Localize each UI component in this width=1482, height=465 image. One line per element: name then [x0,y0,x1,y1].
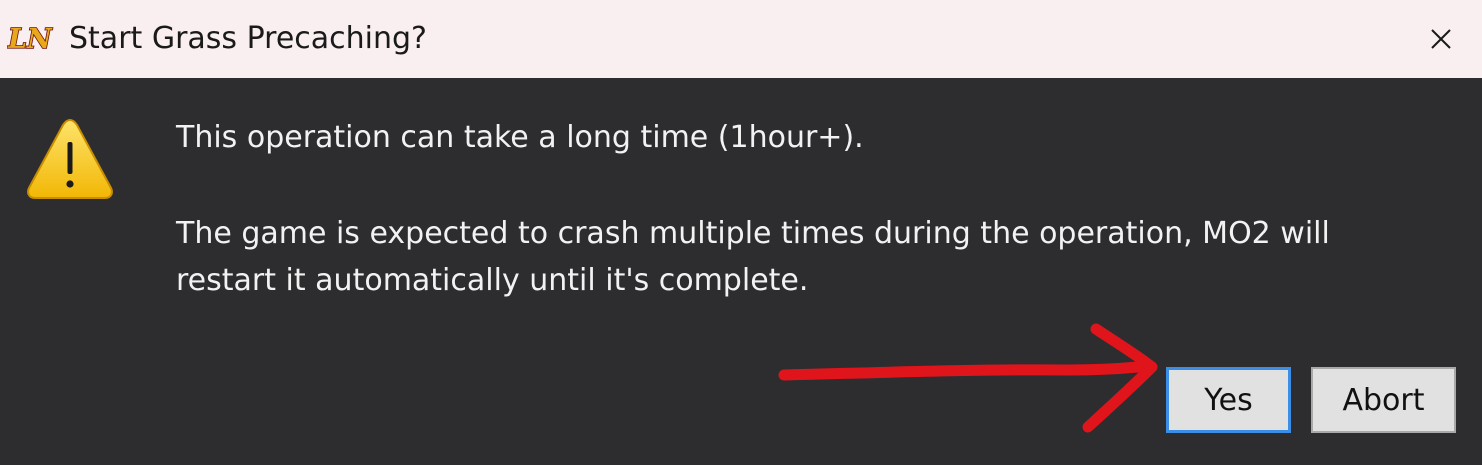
yes-button[interactable]: Yes [1166,367,1291,433]
dialog-body: This operation can take a long time (1ho… [0,78,1482,465]
title-bar: LN Start Grass Precaching? [0,0,1482,78]
message-line-2: The game is expected to crash multiple t… [176,216,1330,251]
app-icon-text: LN [7,24,53,55]
warning-icon [27,118,113,199]
close-icon [1431,29,1451,49]
abort-button[interactable]: Abort [1311,367,1456,433]
dialog-window: LN Start Grass Precaching? This operatio… [0,0,1482,465]
message-line-3: restart it automatically until it's comp… [176,263,809,298]
ln-app-icon: LN [7,23,54,56]
message-line-1: This operation can take a long time (1ho… [176,120,864,155]
close-button[interactable] [1400,0,1482,78]
window-title: Start Grass Precaching? [69,21,427,56]
